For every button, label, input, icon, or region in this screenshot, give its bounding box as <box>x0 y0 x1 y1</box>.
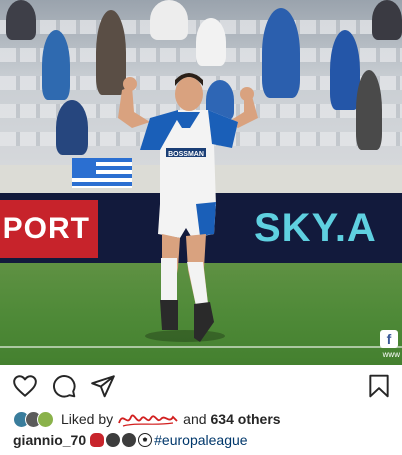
heart-icon[interactable] <box>12 373 38 399</box>
watermark-caption: www <box>382 350 400 359</box>
bomb-emoji-icon <box>122 433 137 447</box>
liker-signature[interactable] <box>117 409 179 429</box>
footballer-figure: BOSSMAN <box>118 73 258 342</box>
post-caption: giannio_70 #europaleague <box>13 430 248 450</box>
caption-hashtag[interactable]: #europaleague <box>154 432 247 448</box>
post-photo[interactable]: PORT SKY.A BOSSMAN f www <box>0 0 402 365</box>
soccer-ball-emoji-icon <box>138 433 153 447</box>
liker-avatars[interactable] <box>13 410 54 428</box>
likes-others[interactable]: 634 others <box>211 411 281 427</box>
comment-icon[interactable] <box>51 373 77 399</box>
bookmark-icon[interactable] <box>366 373 392 399</box>
likes-prefix: Liked by <box>61 411 114 427</box>
bomb-emoji-icon <box>106 433 121 447</box>
likes-connector: and <box>183 411 207 427</box>
avatar[interactable] <box>37 410 54 428</box>
post-action-bar <box>0 365 402 405</box>
boxing-glove-emoji-icon <box>90 433 105 447</box>
caption-username[interactable]: giannio_70 <box>13 432 86 448</box>
jersey-sponsor-text: BOSSMAN <box>168 151 204 158</box>
likes-summary: Liked by and 634 others <box>13 408 281 430</box>
facebook-watermark: f <box>380 330 398 348</box>
send-icon[interactable] <box>90 373 116 399</box>
